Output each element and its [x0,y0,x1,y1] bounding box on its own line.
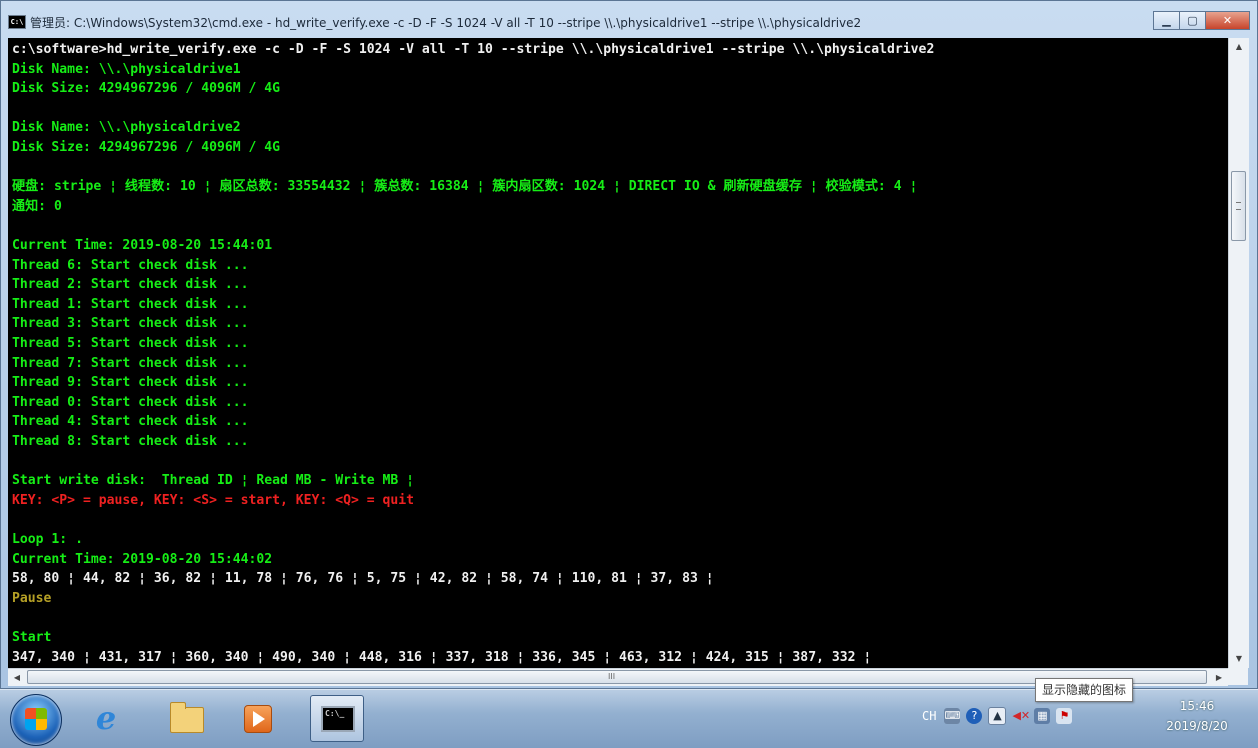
cmd-icon: C:\_ [321,706,355,732]
console-line: Pause [12,590,52,606]
clock-date: 2019/8/20 [1166,719,1228,733]
console-line: Start write disk: Thread ID ¦ Read MB - … [12,473,415,489]
scroll-right-arrow-icon[interactable]: ▶ [1210,669,1228,686]
close-icon: ✕ [1222,14,1233,27]
maximize-button[interactable]: ▢ [1179,11,1206,30]
console-line: Current Time: 2019-08-20 15:44:02 [12,551,273,567]
media-player-icon [244,705,272,733]
console-line: Thread 9: Start check disk ... [12,375,249,391]
vertical-scrollbar[interactable]: ▲ ▼ [1228,38,1249,668]
console-line: Disk Name: \\.\physicaldrive1 [12,61,241,77]
console-line: Thread 5: Start check disk ... [12,336,249,351]
console-line: Loop 1: . [12,532,83,547]
scroll-down-arrow-icon[interactable]: ▼ [1229,650,1249,668]
console-line: Disk Name: \\.\physicaldrive2 [12,120,241,136]
tooltip: 显示隐藏的图标 [1035,678,1134,702]
console-line: 硬盘: stripe ¦ 线程数: 10 ¦ 扇区总数: 33554432 ¦ … [12,179,918,195]
window-title: 管理员: C:\Windows\System32\cmd.exe - hd_wr… [30,16,862,30]
volume-muted-icon[interactable]: ◀✕ [1012,708,1030,724]
windows-start-icon[interactable] [10,694,62,746]
taskbar-media-player-button[interactable] [230,695,284,742]
ime-indicator[interactable]: CH [922,709,936,723]
console-line: 58, 80 ¦ 44, 82 ¦ 36, 82 ¦ 11, 78 ¦ 76, … [12,571,714,587]
scroll-left-arrow-icon[interactable]: ◀ [8,669,26,686]
console-line: Disk Size: 4294967296 / 4096M / 4G [12,140,281,155]
console-line: Thread 4: Start check disk ... [12,414,249,430]
console-line: Thread 6: Start check disk ... [12,257,249,273]
resize-grip[interactable] [1228,668,1248,685]
help-icon[interactable]: ? [966,708,983,724]
console-line: Thread 0: Start check disk ... [12,394,249,410]
taskbar-explorer-button[interactable] [158,695,212,742]
taskbar-ie-button[interactable]: e [78,695,132,742]
console-line: Start [12,630,52,645]
console-line: KEY: <P> = pause, KEY: <S> = start, KEY:… [12,492,415,508]
keyboard-icon[interactable]: ⌨ [944,708,961,724]
caption-buttons: ▁ ▢ ✕ [1153,11,1250,30]
console-line: Thread 8: Start check disk ... [12,434,249,449]
show-hidden-icons-icon[interactable]: ▲ [988,707,1007,725]
folder-icon [170,702,204,733]
console-line: Current Time: 2019-08-20 15:44:01 [12,238,273,253]
vertical-scroll-thumb[interactable] [1231,171,1246,241]
console-output[interactable]: c:\software>hd_write_verify.exe -c -D -F… [8,38,1228,668]
scroll-up-arrow-icon[interactable]: ▲ [1229,38,1249,56]
console-line: 347, 340 ¦ 431, 317 ¦ 360, 340 ¦ 490, 34… [12,649,872,665]
scroll-grip: III [608,672,616,681]
close-button[interactable]: ✕ [1205,11,1250,30]
maximize-icon: ▢ [1187,14,1198,27]
action-center-icon[interactable]: ⚑ [1056,708,1073,724]
console-line: c:\software>hd_write_verify.exe -c -D -F… [12,42,935,57]
clock-time: 15:46 [1179,699,1215,713]
title-bar[interactable]: C:\ 管理员: C:\Windows\System32\cmd.exe - h… [1,1,1257,39]
system-tray: CH ⌨ ? ▲ ◀✕ ▦ ⚑ [922,704,1078,728]
cmd-icon[interactable]: C:\ [8,15,26,29]
ie-icon: e [95,699,117,737]
console-line: Thread 3: Start check disk ... [12,316,249,332]
taskbar-cmd-button[interactable]: C:\_ [310,695,364,742]
horizontal-scroll-thumb[interactable]: III [27,670,1207,684]
minimize-button[interactable]: ▁ [1153,11,1180,30]
network-icon[interactable]: ▦ [1034,708,1051,724]
console-line: Thread 2: Start check disk ... [12,277,249,293]
console-line: Thread 7: Start check disk ... [12,355,249,371]
console-line: Disk Size: 4294967296 / 4096M / 4G [12,81,281,97]
console-line: Thread 1: Start check disk ... [12,296,249,312]
taskbar-clock[interactable]: 15:46 2019/8/20 [1148,696,1246,736]
console-line: 通知: 0 [12,198,62,214]
minimize-icon: ▁ [1162,14,1171,27]
